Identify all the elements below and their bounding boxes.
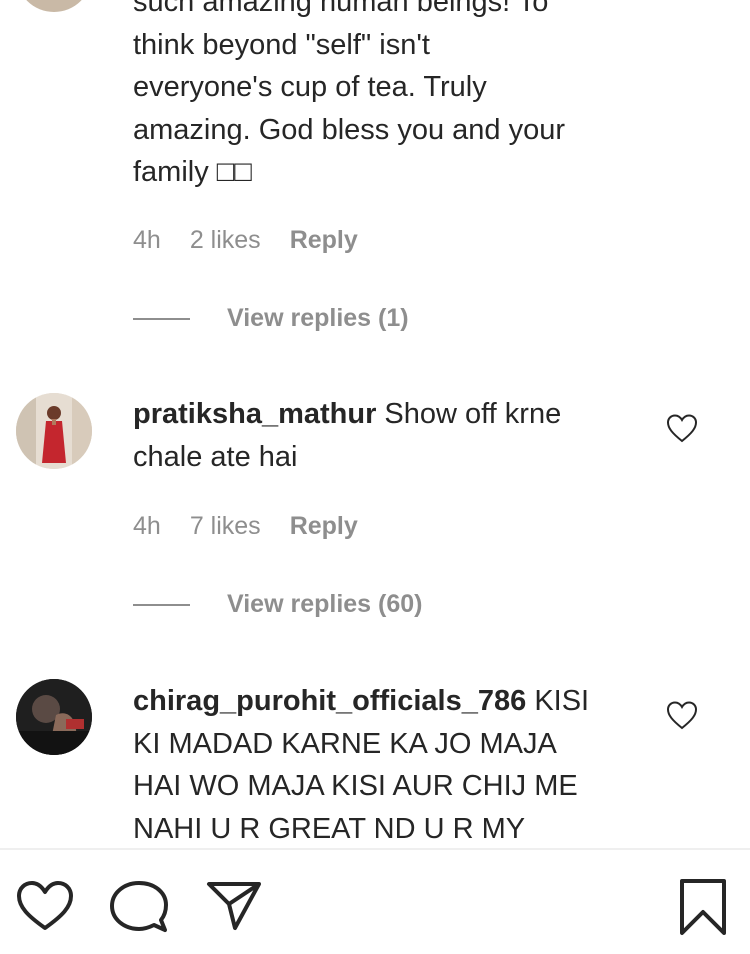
comment-text-line: everyone's cup of tea. Truly <box>133 71 487 103</box>
comment-text: pratiksha_mathur Show off krne chale ate… <box>133 393 633 478</box>
comment-text: such amazing human beings! To think beyo… <box>133 0 633 194</box>
avatar[interactable] <box>16 393 92 469</box>
comment-text-line: KI MADAD KARNE KA JO MAJA <box>133 727 557 760</box>
comment-text-line: chirag_purohit_officials_786 KISI <box>133 680 633 723</box>
heart-icon[interactable] <box>16 880 74 932</box>
avatar[interactable] <box>16 679 92 755</box>
avatar-image <box>16 679 92 755</box>
comment-likes[interactable]: 7 likes <box>190 512 261 541</box>
username-link[interactable]: pratiksha_mathur <box>133 398 376 430</box>
comment-text-line: think beyond "self" isn't <box>133 28 430 61</box>
bookmark-icon[interactable] <box>678 878 728 936</box>
comment-text-line: pratiksha_mathur Show off krne <box>133 393 633 436</box>
share-icon[interactable] <box>205 880 263 932</box>
action-bar <box>0 848 750 954</box>
comment-body: Show off krne <box>384 398 562 430</box>
comment-likes[interactable]: 2 likes <box>190 226 261 255</box>
reply-button[interactable]: Reply <box>290 512 358 541</box>
comment-meta: 4h 2 likes Reply <box>133 226 358 255</box>
heart-icon[interactable] <box>666 700 698 730</box>
avatar-image <box>16 393 92 469</box>
reply-button[interactable]: Reply <box>290 226 358 255</box>
avatar[interactable] <box>16 0 92 12</box>
view-replies-label: View replies (60) <box>227 590 423 618</box>
comment-time: 4h <box>133 226 161 254</box>
comment-icon[interactable] <box>110 880 168 934</box>
comment-body: KISI <box>534 685 590 717</box>
divider-line <box>133 603 190 606</box>
username-link[interactable]: chirag_purohit_officials_786 <box>133 685 526 717</box>
comment-text: chirag_purohit_officials_786 KISI KI MAD… <box>133 680 633 848</box>
view-replies-button[interactable]: View replies (1) <box>133 304 409 333</box>
view-replies-label: View replies (1) <box>227 304 409 332</box>
comment-text-line: chale ate hai <box>133 440 298 473</box>
comment-text-line: NAHI U R GREAT ND U R MY <box>133 812 526 845</box>
comment-time: 4h <box>133 512 161 540</box>
comment-text-line: such amazing human beings! To <box>133 0 549 18</box>
comment-text-line: family □□ <box>133 156 252 188</box>
comments-list: such amazing human beings! To think beyo… <box>0 0 750 848</box>
divider-line <box>133 317 190 320</box>
comment-text-line: HAI WO MAJA KISI AUR CHIJ ME <box>133 770 578 802</box>
comment-meta: 4h 7 likes Reply <box>133 512 358 541</box>
comment-text-line: amazing. God bless you and your <box>133 113 566 146</box>
heart-icon[interactable] <box>666 413 698 443</box>
view-replies-button[interactable]: View replies (60) <box>133 590 422 619</box>
